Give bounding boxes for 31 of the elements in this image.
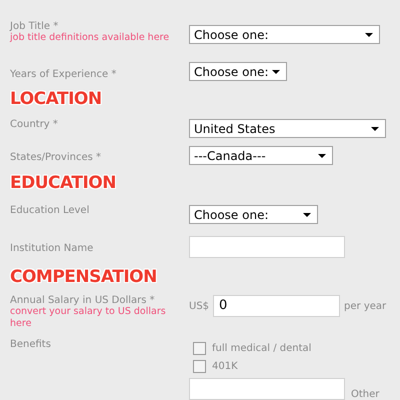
checkbox-label: full medical / dental [212, 343, 312, 354]
checkbox[interactable] [193, 360, 206, 373]
field-label: Institution Name [10, 243, 94, 254]
field-label: Annual Salary in US Dollars * [10, 295, 156, 306]
caret-icon [303, 212, 311, 216]
section-heading: COMPENSATION [10, 266, 158, 289]
caret-icon [365, 32, 373, 36]
currency-label: US$ [189, 300, 210, 312]
section-heading: LOCATION [10, 88, 103, 111]
caret-icon [318, 154, 326, 158]
unit-label: per year [344, 300, 386, 312]
dropdown[interactable]: ---Canada--- [189, 146, 333, 165]
field-label: Job Title * [10, 21, 60, 32]
field-label: Years of Experience * [10, 69, 118, 80]
text-field[interactable] [189, 236, 345, 258]
field-label: Other [351, 389, 380, 400]
checkbox[interactable] [193, 342, 206, 355]
dropdown[interactable]: Choose one: [189, 205, 318, 224]
salary-field[interactable]: 0 [213, 295, 340, 317]
checkbox-label: 401K [212, 361, 238, 372]
section-heading: EDUCATION [10, 172, 117, 195]
dropdown[interactable]: Choose one: [189, 62, 287, 81]
caret-icon [371, 126, 379, 130]
field-label: Country * [10, 119, 59, 130]
dropdown[interactable]: United States [189, 119, 386, 138]
field-label: Education Level [10, 205, 90, 216]
caret-icon [272, 70, 280, 74]
other-field[interactable] [189, 378, 345, 400]
field-label: Benefits [10, 339, 52, 350]
field-label: States/Provinces * [10, 152, 102, 163]
dropdown[interactable]: Choose one: [189, 25, 380, 44]
